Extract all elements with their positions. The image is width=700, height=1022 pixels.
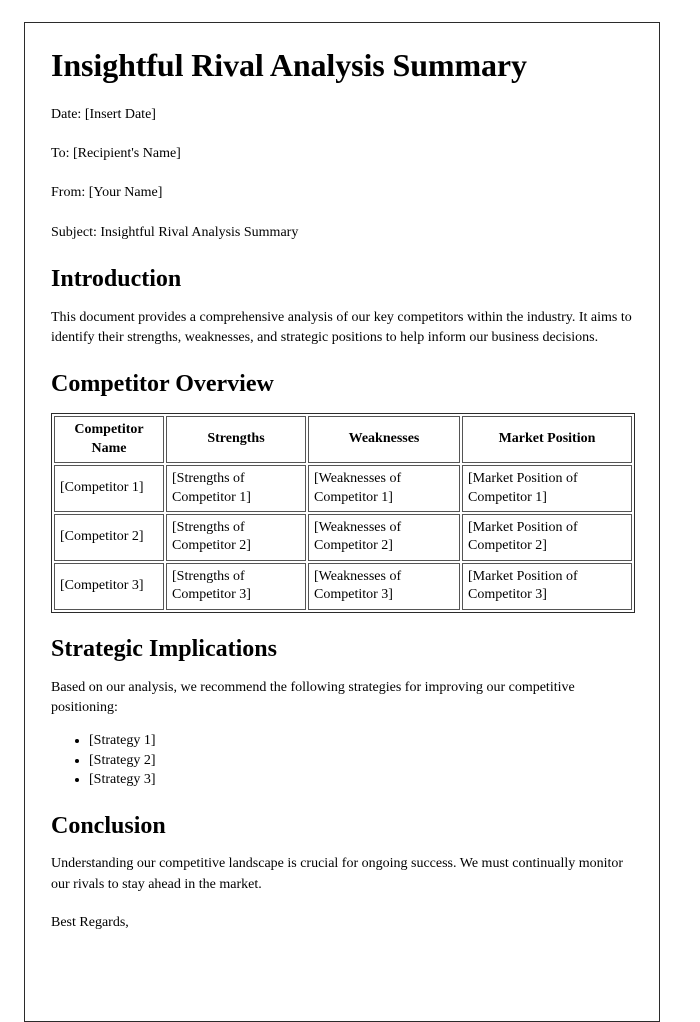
meta-date: Date: [Insert Date] xyxy=(51,106,156,122)
cell-competitor-name: [Competitor 3] xyxy=(54,562,164,610)
cell-market-position: [Market Position of Competitor 3] xyxy=(462,562,632,610)
cell-strengths: [Strengths of Competitor 2] xyxy=(166,514,306,561)
section-heading-conclusion: Conclusion xyxy=(51,812,166,839)
cell-weaknesses: [Weaknesses of Competitor 2] xyxy=(308,514,460,561)
list-item: [Strategy 1] xyxy=(89,732,633,750)
table-row: [Competitor 1] [Strengths of Competitor … xyxy=(54,465,632,512)
table-row: [Competitor 3] [Strengths of Competitor … xyxy=(54,562,632,610)
document-page: Insightful Rival Analysis Summary Date: … xyxy=(24,22,660,1022)
strategic-implications-paragraph: Based on our analysis, we recommend the … xyxy=(51,679,575,715)
column-header-competitor-name: Competitor Name xyxy=(54,416,164,464)
strategy-list: [Strategy 1] [Strategy 2] [Strategy 3] xyxy=(51,732,633,789)
table-body: [Competitor 1] [Strengths of Competitor … xyxy=(54,465,632,610)
document-metadata: Date: [Insert Date] To: [Recipient's Nam… xyxy=(51,105,633,243)
meta-to: To: [Recipient's Name] xyxy=(51,146,181,162)
closing-salutation: Best Regards, xyxy=(51,915,129,931)
meta-from: From: [Your Name] xyxy=(51,185,163,201)
cell-strengths: [Strengths of Competitor 3] xyxy=(166,562,306,610)
section-heading-introduction: Introduction xyxy=(51,265,182,292)
introduction-paragraph: This document provides a comprehensive a… xyxy=(51,309,632,346)
list-item: [Strategy 2] xyxy=(89,752,633,770)
cell-market-position: [Market Position of Competitor 1] xyxy=(462,465,632,512)
section-heading-strategic-implications: Strategic Implications xyxy=(51,635,277,662)
cell-weaknesses: [Weaknesses of Competitor 3] xyxy=(308,562,460,610)
cell-market-position: [Market Position of Competitor 2] xyxy=(462,514,632,561)
table-header: Competitor Name Strengths Weaknesses Mar… xyxy=(54,416,632,464)
competitor-overview-table: Competitor Name Strengths Weaknesses Mar… xyxy=(51,413,635,613)
column-header-weaknesses: Weaknesses xyxy=(308,416,460,464)
document-body: Insightful Rival Analysis Summary Date: … xyxy=(25,23,659,933)
conclusion-paragraph: Understanding our competitive landscape … xyxy=(51,856,624,892)
cell-competitor-name: [Competitor 1] xyxy=(54,465,164,512)
cell-competitor-name: [Competitor 2] xyxy=(54,514,164,561)
table-header-row: Competitor Name Strengths Weaknesses Mar… xyxy=(54,416,632,464)
list-item: [Strategy 3] xyxy=(89,771,633,789)
cell-strengths: [Strengths of Competitor 1] xyxy=(166,465,306,512)
cell-weaknesses: [Weaknesses of Competitor 1] xyxy=(308,465,460,512)
column-header-strengths: Strengths xyxy=(166,416,306,464)
page-title: Insightful Rival Analysis Summary xyxy=(51,47,527,83)
meta-subject: Subject: Insightful Rival Analysis Summa… xyxy=(51,224,299,240)
table-row: [Competitor 2] [Strengths of Competitor … xyxy=(54,514,632,561)
section-heading-competitor-overview: Competitor Overview xyxy=(51,371,274,398)
column-header-market-position: Market Position xyxy=(462,416,632,464)
